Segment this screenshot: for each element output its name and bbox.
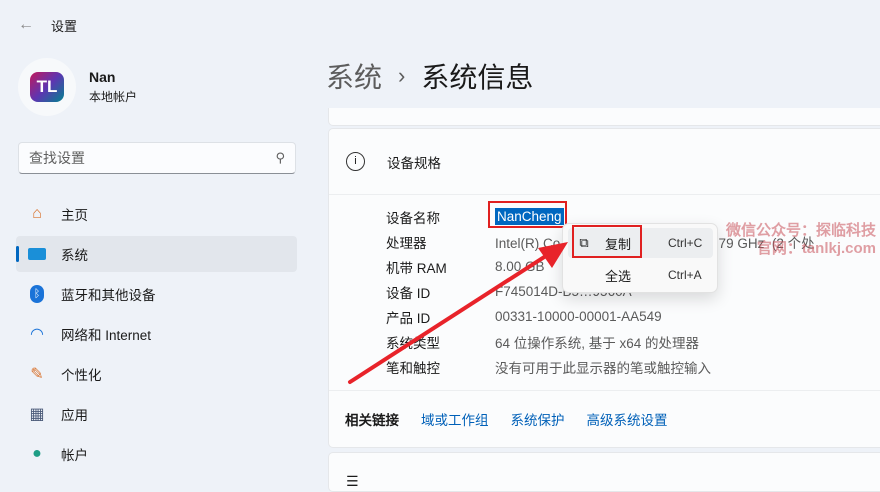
annotation-arrow [348,242,568,384]
